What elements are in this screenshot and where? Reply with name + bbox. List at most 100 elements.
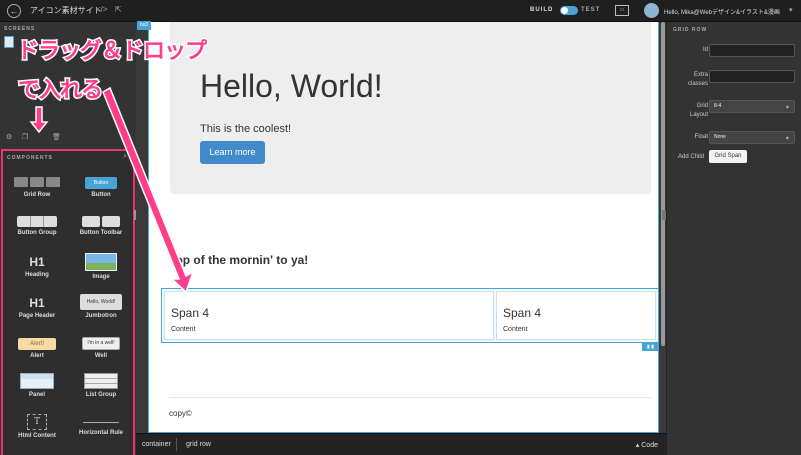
avatar[interactable] <box>644 3 659 18</box>
share-icon[interactable]: ⇱ <box>115 5 122 14</box>
well-preview: I'm in a well! <box>82 337 120 350</box>
screen-tools: ⚙ ❐ 🗑 <box>0 132 136 144</box>
component-label: Grid Row <box>23 192 51 198</box>
component-label: Jumbotron <box>85 313 117 319</box>
component-label: Heading <box>25 272 49 278</box>
duplicate-screen-icon[interactable]: ❐ <box>22 133 28 141</box>
horizontal-rule-preview <box>83 422 119 423</box>
project-title[interactable]: アイコン素材サイト <box>30 5 102 16</box>
component-html-content[interactable]: T Html Content <box>5 414 69 439</box>
add-screen-icon[interactable]: ⚙ <box>6 133 12 141</box>
component-heading[interactable]: H1 Heading <box>5 255 69 278</box>
footer-divider <box>169 397 651 398</box>
float-select[interactable]: None <box>709 131 795 144</box>
component-jumbotron[interactable]: Hello, World! Jumbotron <box>69 294 133 319</box>
component-button-toolbar[interactable]: Button Toolbar <box>69 216 133 236</box>
component-image[interactable]: Image <box>69 253 133 280</box>
component-page-header[interactable]: H1 Page Header <box>5 296 69 319</box>
button-group-preview <box>17 216 57 227</box>
grid-row-preview <box>5 177 69 189</box>
row-tools[interactable]: ▮ ▮ <box>642 343 659 351</box>
delete-screen-icon[interactable]: 🗑 <box>52 133 61 141</box>
canvas-area: Hello, World! This is the coolest! Learn… <box>136 22 666 433</box>
component-label: Button Toolbar <box>79 230 123 236</box>
screens-header: SCREENS <box>4 26 36 32</box>
bottom-bar: container grid row ▴ Code <box>136 433 666 455</box>
grid-layout-select[interactable]: 8-4 <box>709 100 795 113</box>
build-test-toggle[interactable] <box>560 6 578 15</box>
component-label: Button Group <box>17 230 57 236</box>
component-label: Page Header <box>18 313 56 319</box>
user-greeting[interactable]: Hello, Mika@Webデザイン&イラスト&漫画 <box>664 7 780 16</box>
span-title[interactable]: Span 4 <box>503 306 541 320</box>
grid-row[interactable]: Span 4 Content Span 4 Content <box>161 288 659 343</box>
id-input[interactable] <box>709 44 795 57</box>
component-grid-row[interactable]: Grid Row <box>5 177 69 198</box>
desktop-preview-icon[interactable]: ▭ <box>615 5 629 16</box>
grid-span[interactable]: Span 4 Content <box>164 291 494 340</box>
button-preview: Button <box>85 177 117 189</box>
breadcrumb-container[interactable]: container <box>142 441 171 448</box>
component-label: Button <box>91 192 111 198</box>
build-mode-label[interactable]: BUILD <box>530 7 553 13</box>
footer-text[interactable]: copy© <box>169 409 192 418</box>
html-content-preview: T <box>27 414 47 430</box>
span-content[interactable]: Content <box>503 326 528 333</box>
add-grid-span-button[interactable]: Grid Span <box>709 150 747 163</box>
extra-classes-input[interactable] <box>709 70 795 83</box>
component-panel[interactable]: Panel <box>5 373 69 398</box>
component-label: Panel <box>28 392 45 398</box>
annotation-drag-drop: ドラッグ＆ドロップ <box>15 37 208 65</box>
components-header: COMPONENTS <box>7 155 53 161</box>
breadcrumb-grid-row[interactable]: grid row <box>186 441 211 448</box>
page-header-preview: H1 <box>29 296 45 310</box>
test-mode-label[interactable]: TEST <box>581 7 600 13</box>
list-group-preview <box>84 373 118 389</box>
image-preview <box>85 253 117 271</box>
span-title[interactable]: Span 4 <box>171 306 209 320</box>
annotation-put-in: で入れる <box>16 76 104 104</box>
component-label: Html Content <box>18 433 56 439</box>
search-icon[interactable]: ⌕ <box>123 153 127 161</box>
component-horizontal-rule[interactable]: Horizontal Rule <box>69 414 133 436</box>
code-icon[interactable]: </> <box>96 5 108 14</box>
page-canvas[interactable]: Hello, World! This is the coolest! Learn… <box>148 22 659 433</box>
button-toolbar-preview <box>69 216 133 227</box>
subheading[interactable]: Top of the mornin' to ya! <box>169 253 308 267</box>
jumbotron[interactable]: Hello, World! This is the coolest! Learn… <box>170 22 651 194</box>
components-panel: COMPONENTS ⌕ Grid Row Button Button Butt… <box>1 149 135 455</box>
canvas-scrollbar[interactable] <box>661 22 665 346</box>
component-label: Well <box>94 353 108 359</box>
grid-span[interactable]: Span 4 Content <box>496 291 656 340</box>
jumbotron-preview: Hello, World! <box>80 294 122 310</box>
breadcrumb-separator <box>176 438 177 451</box>
learn-more-button[interactable]: Learn more <box>200 141 265 164</box>
component-list-group[interactable]: List Group <box>69 373 133 398</box>
panel-preview <box>20 373 54 389</box>
component-label: Image <box>92 274 110 280</box>
component-well[interactable]: I'm in a well! Well <box>69 337 133 359</box>
jumbotron-text[interactable]: This is the coolest! <box>200 123 291 135</box>
component-label: Alert <box>30 353 44 359</box>
component-label: Horizontal Rule <box>78 430 123 436</box>
component-alert[interactable]: Alert! Alert <box>5 338 69 359</box>
properties-panel: GRID ROW Id Extra classes Grid Layout 8-… <box>666 22 801 455</box>
component-button-group[interactable]: Button Group <box>5 216 69 236</box>
heading-preview: H1 <box>29 255 45 269</box>
add-child-label: Add Child <box>677 154 704 160</box>
float-label: Float <box>694 134 708 140</box>
chevron-down-icon[interactable]: ▾ <box>789 6 793 14</box>
extra-classes-label: Extra classes <box>687 72 708 87</box>
grid-layout-label: Grid Layout <box>689 103 708 118</box>
top-bar: ← アイコン素材サイト </> ⇱ BUILD TEST ▭ Hello, Mi… <box>0 0 801 22</box>
screen-thumbnail[interactable] <box>4 36 14 48</box>
jumbotron-heading[interactable]: Hello, World! <box>200 68 383 105</box>
component-button[interactable]: Button Button <box>69 177 133 198</box>
span-content[interactable]: Content <box>171 326 196 333</box>
properties-header: GRID ROW <box>673 27 708 33</box>
code-toggle[interactable]: ▴ Code <box>636 441 658 449</box>
framework-tag: bs3 <box>137 21 152 30</box>
id-label: Id <box>702 47 708 53</box>
component-label: List Group <box>85 392 117 398</box>
back-icon[interactable]: ← <box>7 4 21 18</box>
